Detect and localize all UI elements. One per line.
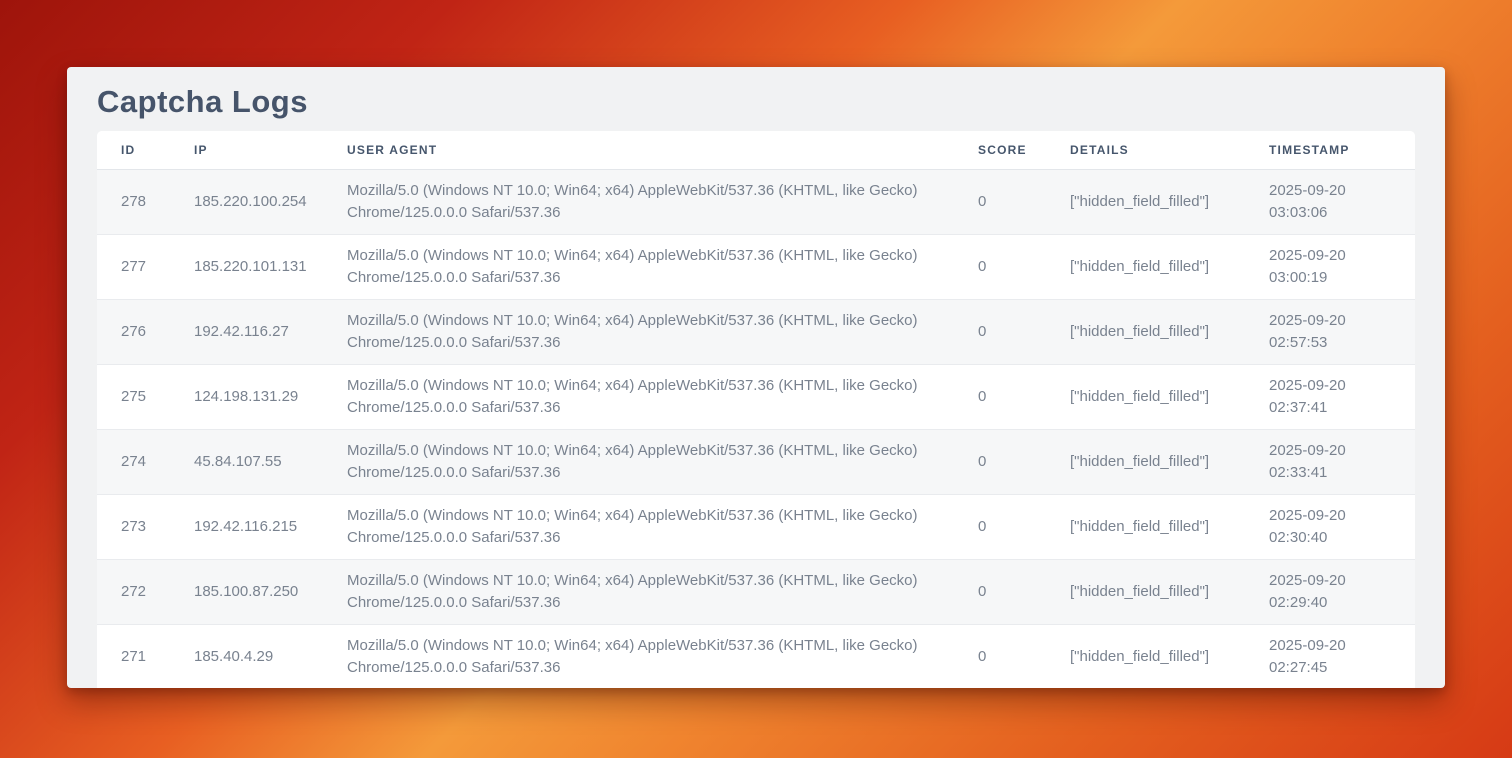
cell-details: ["hidden_field_filled"] <box>1046 494 1245 559</box>
cell-score: 0 <box>954 364 1046 429</box>
table-row: 273192.42.116.215Mozilla/5.0 (Windows NT… <box>97 494 1415 559</box>
cell-ip: 185.40.4.29 <box>170 624 323 688</box>
cell-id: 274 <box>97 429 170 494</box>
cell-details: ["hidden_field_filled"] <box>1046 299 1245 364</box>
cell-id: 278 <box>97 169 170 234</box>
cell-user_agent: Mozilla/5.0 (Windows NT 10.0; Win64; x64… <box>323 234 954 299</box>
cell-timestamp: 2025-09-20 02:33:41 <box>1245 429 1415 494</box>
cell-details: ["hidden_field_filled"] <box>1046 624 1245 688</box>
cell-details: ["hidden_field_filled"] <box>1046 364 1245 429</box>
captcha-logs-table-container[interactable]: ID IP USER AGENT SCORE DETAILS TIMESTAMP… <box>97 131 1415 688</box>
cell-timestamp: 2025-09-20 02:27:45 <box>1245 624 1415 688</box>
table-header-row: ID IP USER AGENT SCORE DETAILS TIMESTAMP <box>97 131 1415 169</box>
table-row: 278185.220.100.254Mozilla/5.0 (Windows N… <box>97 169 1415 234</box>
cell-ip: 185.100.87.250 <box>170 559 323 624</box>
cell-user_agent: Mozilla/5.0 (Windows NT 10.0; Win64; x64… <box>323 494 954 559</box>
cell-timestamp: 2025-09-20 02:30:40 <box>1245 494 1415 559</box>
table-row: 277185.220.101.131Mozilla/5.0 (Windows N… <box>97 234 1415 299</box>
cell-ip: 192.42.116.215 <box>170 494 323 559</box>
cell-user_agent: Mozilla/5.0 (Windows NT 10.0; Win64; x64… <box>323 624 954 688</box>
cell-timestamp: 2025-09-20 03:00:19 <box>1245 234 1415 299</box>
cell-score: 0 <box>954 234 1046 299</box>
column-header-details: DETAILS <box>1046 131 1245 169</box>
cell-score: 0 <box>954 299 1046 364</box>
cell-id: 272 <box>97 559 170 624</box>
column-header-id: ID <box>97 131 170 169</box>
cell-user_agent: Mozilla/5.0 (Windows NT 10.0; Win64; x64… <box>323 429 954 494</box>
table-row: 276192.42.116.27Mozilla/5.0 (Windows NT … <box>97 299 1415 364</box>
cell-details: ["hidden_field_filled"] <box>1046 559 1245 624</box>
table-row: 275124.198.131.29Mozilla/5.0 (Windows NT… <box>97 364 1415 429</box>
cell-details: ["hidden_field_filled"] <box>1046 429 1245 494</box>
cell-user_agent: Mozilla/5.0 (Windows NT 10.0; Win64; x64… <box>323 169 954 234</box>
cell-ip: 192.42.116.27 <box>170 299 323 364</box>
table-body: 278185.220.100.254Mozilla/5.0 (Windows N… <box>97 169 1415 688</box>
column-header-ip: IP <box>170 131 323 169</box>
cell-timestamp: 2025-09-20 02:29:40 <box>1245 559 1415 624</box>
cell-id: 271 <box>97 624 170 688</box>
cell-id: 273 <box>97 494 170 559</box>
captcha-logs-card: Captcha Logs ID IP USER AGENT SCORE DETA… <box>67 67 1445 688</box>
column-header-timestamp: TIMESTAMP <box>1245 131 1415 169</box>
column-header-score: SCORE <box>954 131 1046 169</box>
column-header-user-agent: USER AGENT <box>323 131 954 169</box>
cell-user_agent: Mozilla/5.0 (Windows NT 10.0; Win64; x64… <box>323 559 954 624</box>
cell-score: 0 <box>954 624 1046 688</box>
cell-id: 277 <box>97 234 170 299</box>
table-row: 272185.100.87.250Mozilla/5.0 (Windows NT… <box>97 559 1415 624</box>
page-background: { "page": { "title": "Captcha Logs" }, "… <box>0 0 1512 758</box>
cell-score: 0 <box>954 494 1046 559</box>
cell-score: 0 <box>954 169 1046 234</box>
cell-score: 0 <box>954 429 1046 494</box>
cell-ip: 45.84.107.55 <box>170 429 323 494</box>
cell-ip: 185.220.100.254 <box>170 169 323 234</box>
cell-user_agent: Mozilla/5.0 (Windows NT 10.0; Win64; x64… <box>323 299 954 364</box>
table-row: 271185.40.4.29Mozilla/5.0 (Windows NT 10… <box>97 624 1415 688</box>
cell-timestamp: 2025-09-20 02:37:41 <box>1245 364 1415 429</box>
cell-details: ["hidden_field_filled"] <box>1046 234 1245 299</box>
cell-timestamp: 2025-09-20 03:03:06 <box>1245 169 1415 234</box>
cell-ip: 185.220.101.131 <box>170 234 323 299</box>
cell-user_agent: Mozilla/5.0 (Windows NT 10.0; Win64; x64… <box>323 364 954 429</box>
cell-details: ["hidden_field_filled"] <box>1046 169 1245 234</box>
cell-score: 0 <box>954 559 1046 624</box>
cell-id: 276 <box>97 299 170 364</box>
cell-ip: 124.198.131.29 <box>170 364 323 429</box>
cell-id: 275 <box>97 364 170 429</box>
captcha-logs-table: ID IP USER AGENT SCORE DETAILS TIMESTAMP… <box>97 131 1415 688</box>
page-title: Captcha Logs <box>97 83 1415 120</box>
cell-timestamp: 2025-09-20 02:57:53 <box>1245 299 1415 364</box>
table-row: 27445.84.107.55Mozilla/5.0 (Windows NT 1… <box>97 429 1415 494</box>
